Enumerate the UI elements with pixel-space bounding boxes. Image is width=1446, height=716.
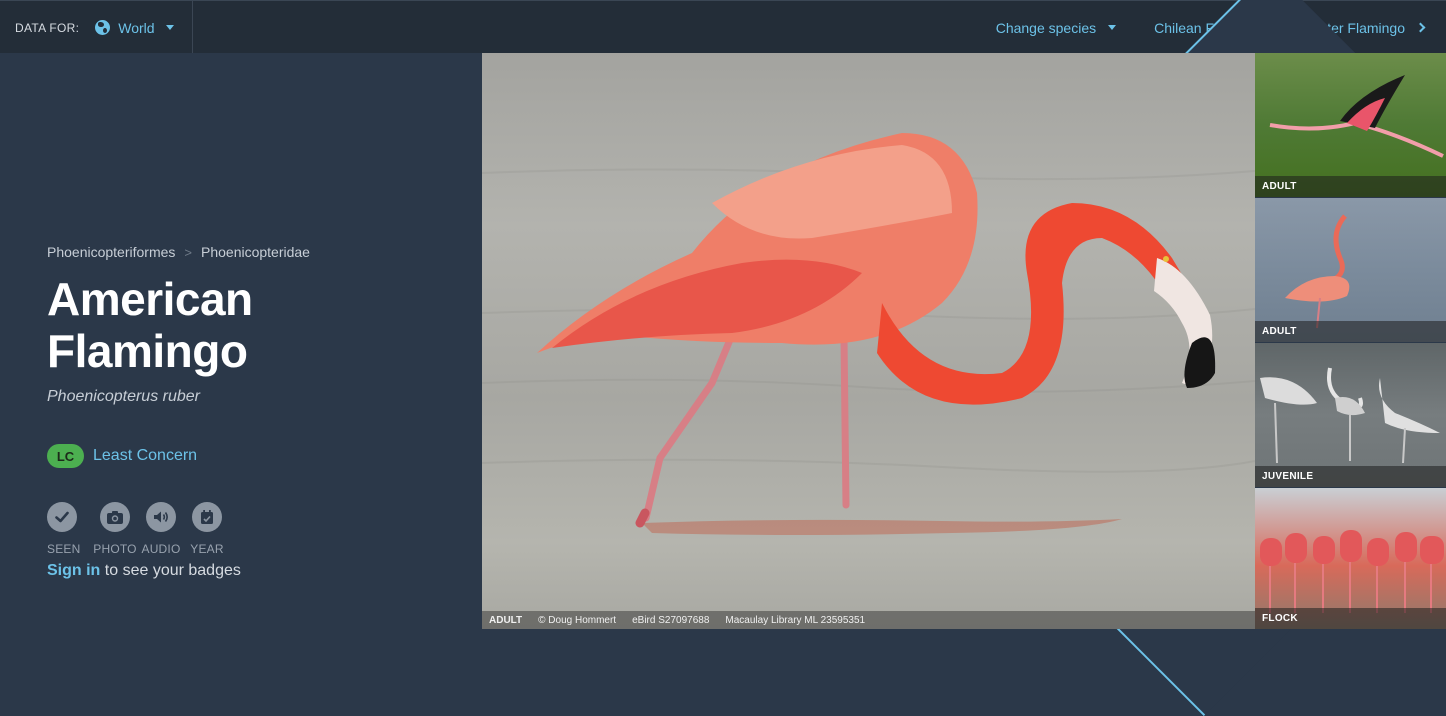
calendar-icon — [192, 502, 222, 532]
photo-macaulay-id: Macaulay Library ML 23595351 — [725, 614, 866, 626]
species-navigation: Change species Chilean Flamingo Greater … — [862, 0, 1446, 716]
photo-caption: ADULT © Doug Hommert eBird S27097688 Mac… — [482, 611, 1255, 629]
top-bar: DATA FOR: World Change species Chilean F… — [0, 0, 1446, 716]
photo-credit: © Doug Hommert — [538, 614, 617, 626]
badge-label: SEEN — [47, 542, 81, 556]
conservation-status[interactable]: LC Least Concern — [47, 444, 197, 468]
badge-audio: AUDIO — [138, 502, 184, 556]
thumbnail-label: JUVENILE — [1255, 466, 1446, 487]
thumbnail-label: FLOCK — [1255, 608, 1446, 629]
species-info-panel: Phoenicopteriformes > Phoenicopteridae A… — [0, 53, 482, 629]
badge-seen: SEEN — [47, 502, 92, 556]
change-species-dropdown[interactable]: Change species — [995, 19, 1117, 36]
chevron-down-icon — [1108, 25, 1117, 30]
thumbnail-adult-standing[interactable]: ADULT — [1255, 198, 1446, 343]
breadcrumb-family: Phoenicopteridae — [201, 244, 310, 260]
thumbnail-flock[interactable]: FLOCK — [1255, 488, 1446, 629]
flamingo-illustration — [482, 133, 1255, 535]
badge-label: AUDIO — [141, 542, 181, 556]
speaker-icon — [146, 502, 176, 532]
breadcrumb-separator: > — [184, 244, 192, 260]
thumbnail-adult-flight[interactable]: ADULT — [1255, 53, 1446, 198]
badge-label: PHOTO — [93, 542, 137, 556]
status-badge: LC — [47, 444, 84, 468]
badge-year: YEAR — [184, 502, 230, 556]
chevron-right-icon — [1415, 22, 1426, 33]
photo-ebird-checklist: eBird S27097688 — [632, 614, 710, 626]
signin-link[interactable]: Sign in — [47, 562, 100, 579]
status-link[interactable]: Least Concern — [93, 447, 197, 465]
thumbnail-label: ADULT — [1255, 321, 1446, 342]
signin-text: to see your badges — [104, 562, 241, 579]
check-icon — [47, 502, 77, 532]
species-common-name: American Flamingo — [47, 273, 253, 377]
globe-icon — [95, 20, 111, 35]
breadcrumb-order: Phoenicopteriformes — [47, 244, 176, 260]
photo-thumbnails: ADULT ADULT JUVENILE FLOCK — [1255, 53, 1446, 629]
previous-species-link[interactable]: Chilean Flamingo — [862, 0, 1446, 716]
region-label: World — [118, 19, 155, 36]
data-for-selector: DATA FOR: World — [0, 1, 193, 54]
chevron-down-icon — [165, 25, 174, 30]
thumbnail-juvenile[interactable]: JUVENILE — [1255, 343, 1446, 488]
badge-photo: PHOTO — [92, 502, 138, 556]
photo-age-label: ADULT — [489, 614, 523, 626]
badge-label: YEAR — [190, 542, 224, 556]
taxonomy-breadcrumb: Phoenicopteriformes > Phoenicopteridae — [47, 244, 310, 260]
data-for-label: DATA FOR: — [15, 20, 80, 35]
signin-prompt: Sign in to see your badges — [47, 562, 241, 580]
change-species-label: Change species — [995, 19, 1097, 36]
thumbnail-label: ADULT — [1255, 176, 1446, 197]
badges-row: SEEN PHOTO AUDIO YEAR — [47, 502, 230, 556]
region-dropdown[interactable]: World — [95, 19, 174, 36]
camera-icon — [100, 502, 130, 532]
main-species-photo[interactable]: ADULT © Doug Hommert eBird S27097688 Mac… — [482, 53, 1255, 629]
species-scientific-name: Phoenicopterus ruber — [47, 388, 200, 405]
